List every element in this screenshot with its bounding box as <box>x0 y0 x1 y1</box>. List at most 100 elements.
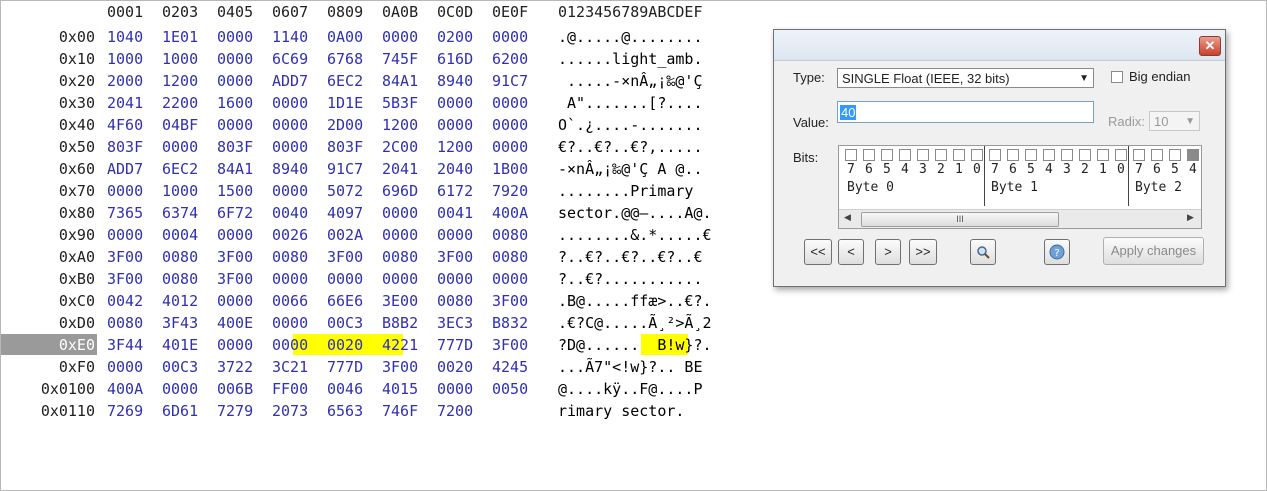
hex-word[interactable]: 4097 <box>327 202 363 224</box>
hex-word[interactable]: 0000 <box>437 378 473 400</box>
hex-word[interactable]: 4F60 <box>107 114 143 136</box>
bit-checkbox[interactable] <box>1097 149 1109 161</box>
bit-checkbox[interactable] <box>953 149 965 161</box>
last-button[interactable]: >> <box>909 239 937 265</box>
hex-word[interactable]: 4012 <box>162 290 198 312</box>
hex-word[interactable]: 6D61 <box>162 400 198 422</box>
hex-word[interactable]: 00C3 <box>327 312 363 334</box>
hex-word[interactable]: 0050 <box>492 378 528 400</box>
ascii-text[interactable]: -×nÂ„¡‰@'Ç A @.. <box>558 158 703 180</box>
row-offset[interactable]: 0x50 <box>0 136 95 158</box>
ascii-text[interactable]: .€?C@.....Ã¸²>Ã¸2 <box>558 312 712 334</box>
apply-changes-button[interactable]: Apply changes <box>1103 237 1204 265</box>
hex-word[interactable]: 777D <box>327 356 363 378</box>
hex-word[interactable]: 91C7 <box>327 158 363 180</box>
hex-word[interactable]: 0080 <box>437 290 473 312</box>
value-input[interactable]: 40 <box>837 101 1094 123</box>
row-offset[interactable]: 0x10 <box>0 48 95 70</box>
hex-word[interactable]: 91C7 <box>492 70 528 92</box>
hex-word[interactable]: 84A1 <box>217 158 253 180</box>
hex-word[interactable]: 3F44 <box>107 334 143 356</box>
hex-word[interactable]: ADD7 <box>272 70 308 92</box>
hex-word[interactable]: 746F <box>382 400 418 422</box>
hex-word[interactable]: 6374 <box>162 202 198 224</box>
hex-word[interactable]: 0020 <box>437 356 473 378</box>
hex-word[interactable]: 400A <box>492 202 528 224</box>
row-offset[interactable]: 0x30 <box>0 92 95 114</box>
hex-word[interactable]: 400E <box>217 312 253 334</box>
bit-checkbox[interactable] <box>971 149 983 161</box>
hex-word[interactable]: 1040 <box>107 26 143 48</box>
row-offset[interactable]: 0x40 <box>0 114 95 136</box>
row-offset[interactable]: 0xE0 <box>0 334 95 356</box>
ascii-text[interactable]: .B@.....ffæ>..€?. <box>558 290 712 312</box>
row-offset[interactable]: 0x00 <box>0 26 95 48</box>
hex-word[interactable]: 0000 <box>217 48 253 70</box>
hex-word[interactable]: 0000 <box>382 26 418 48</box>
row-offset[interactable]: 0x20 <box>0 70 95 92</box>
hex-word[interactable]: 0000 <box>217 70 253 92</box>
hex-word[interactable]: 0000 <box>437 92 473 114</box>
hex-word[interactable]: 0000 <box>272 180 308 202</box>
hex-word[interactable]: ADD7 <box>107 158 143 180</box>
hex-word[interactable]: 1000 <box>162 180 198 202</box>
hex-word[interactable]: 0080 <box>382 246 418 268</box>
hex-word[interactable]: 3F00 <box>327 246 363 268</box>
ascii-text[interactable]: ?D@...... B!w}?. <box>558 334 712 356</box>
row-offset[interactable]: 0x0100 <box>0 378 95 400</box>
hex-word[interactable]: 0046 <box>327 378 363 400</box>
hex-word[interactable]: 0000 <box>217 290 253 312</box>
hex-word[interactable]: 0040 <box>272 202 308 224</box>
row-offset[interactable]: 0x90 <box>0 224 95 246</box>
hex-word[interactable]: 616D <box>437 48 473 70</box>
bit-checkbox[interactable] <box>845 149 857 161</box>
bit-checkbox[interactable] <box>881 149 893 161</box>
ascii-text[interactable]: .@.....@........ <box>558 26 703 48</box>
hex-word[interactable]: 0041 <box>437 202 473 224</box>
hex-word[interactable]: 0080 <box>492 224 528 246</box>
hex-word[interactable]: 0000 <box>382 202 418 224</box>
row-offset[interactable]: 0x70 <box>0 180 95 202</box>
hex-word[interactable]: 3C21 <box>272 356 308 378</box>
hex-word[interactable]: 0000 <box>492 92 528 114</box>
hex-word[interactable]: 0000 <box>272 136 308 158</box>
hex-word[interactable]: 5B3F <box>382 92 418 114</box>
hex-word[interactable]: 0000 <box>492 268 528 290</box>
hex-word[interactable]: 8940 <box>272 158 308 180</box>
ascii-text[interactable]: rimary sector. <box>558 400 684 422</box>
bit-checkbox[interactable] <box>1043 149 1055 161</box>
hex-word[interactable]: 4015 <box>382 378 418 400</box>
hex-word[interactable]: 66E6 <box>327 290 363 312</box>
hex-word[interactable]: 2041 <box>107 92 143 114</box>
search-button[interactable] <box>970 239 996 265</box>
bit-checkbox[interactable] <box>935 149 947 161</box>
hex-word[interactable]: 0080 <box>272 246 308 268</box>
hex-word[interactable]: 0000 <box>382 224 418 246</box>
ascii-text[interactable]: .....-×nÂ„¡‰@'Ç <box>558 70 702 92</box>
ascii-text[interactable]: O`.¿....-....... <box>558 114 703 136</box>
hex-word[interactable]: 3F00 <box>107 246 143 268</box>
bit-checkbox[interactable] <box>1169 149 1181 161</box>
ascii-text[interactable]: ...Ã7"<!w}?.. BE <box>558 356 703 378</box>
bit-checkbox[interactable] <box>1007 149 1019 161</box>
hex-word[interactable]: 401E <box>162 334 198 356</box>
hex-word[interactable]: 0000 <box>107 224 143 246</box>
hex-word[interactable]: 0080 <box>107 312 143 334</box>
hex-word[interactable]: 4245 <box>492 356 528 378</box>
hex-word[interactable]: 006B <box>217 378 253 400</box>
hex-word[interactable]: 1500 <box>217 180 253 202</box>
hex-word[interactable]: 00C3 <box>162 356 198 378</box>
hex-word[interactable]: 3E00 <box>382 290 418 312</box>
hex-word[interactable]: 7200 <box>437 400 473 422</box>
hex-word[interactable]: 1200 <box>162 70 198 92</box>
row-offset[interactable]: 0xB0 <box>0 268 95 290</box>
bit-checkbox[interactable] <box>899 149 911 161</box>
hex-word[interactable]: 0000 <box>162 378 198 400</box>
hex-word[interactable]: 4221 <box>382 334 418 356</box>
bit-checkbox[interactable] <box>1061 149 1073 161</box>
bit-checkbox[interactable] <box>1025 149 1037 161</box>
scroll-left-icon[interactable]: ◀ <box>844 212 851 223</box>
hex-word[interactable]: 3F00 <box>107 268 143 290</box>
hex-word[interactable]: 777D <box>437 334 473 356</box>
hex-word[interactable]: 0026 <box>272 224 308 246</box>
